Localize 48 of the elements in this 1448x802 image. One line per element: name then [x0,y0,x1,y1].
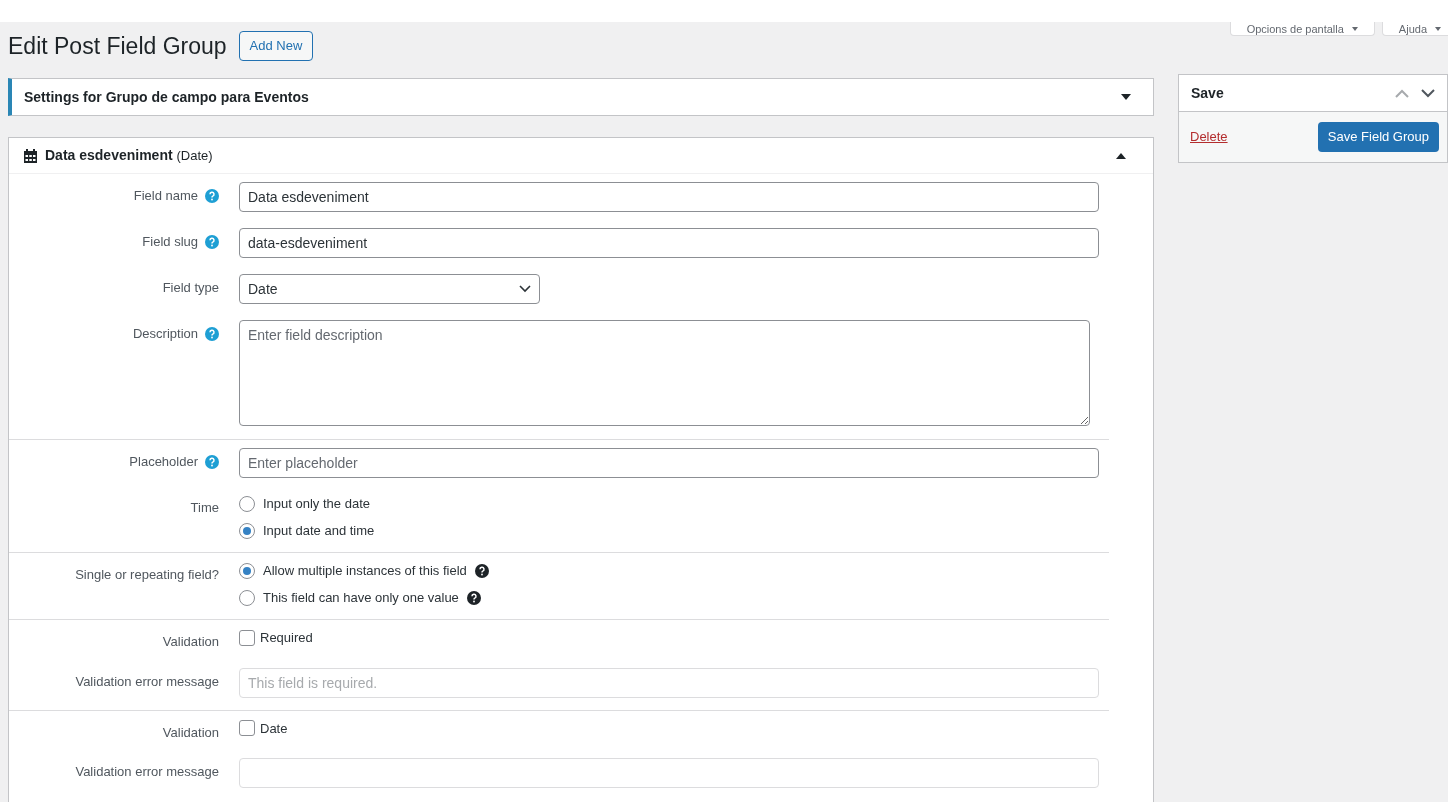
text-field[interactable]: Enter placeholder [239,448,1099,478]
text-field[interactable]: Data esdeveniment [239,182,1099,212]
field-label: Validation error message [75,672,219,691]
panel-title: Settings for Grupo de campo para Eventos [24,87,309,107]
field-label: Validation [162,723,219,742]
checkbox-label: Date [260,719,288,738]
screen-tab-button[interactable]: Ajuda [1381,22,1448,36]
collapse-arrow-icon[interactable] [1116,152,1126,159]
field-type-dropdown[interactable]: Date [239,274,540,304]
radio-label: This field can have only one value [263,588,459,607]
calendar-icon [24,148,37,163]
screen-tab-button[interactable]: Opcions de pantalla [1229,22,1375,36]
move-up-icon[interactable] [1395,88,1409,98]
radio-button[interactable] [239,562,255,579]
checkbox[interactable] [239,629,255,646]
add-new-button[interactable]: Add New [238,31,314,61]
help-icon[interactable] [466,590,481,605]
save-field-group-button[interactable]: Save Field Group [1317,122,1439,152]
field-label: Time [190,499,219,517]
chevron-down-icon [519,285,531,293]
radio-button[interactable] [239,589,255,606]
field-label: Field name [133,187,198,205]
settings-panel[interactable]: Settings for Grupo de campo para Eventos [8,78,1154,116]
radio-button[interactable] [239,495,255,512]
field-label: Field type [162,279,219,297]
text-field[interactable]: data-esdeveniment [239,228,1099,258]
help-icon[interactable] [474,563,489,578]
page-title: Edit Post Field Group [8,31,227,61]
checkbox[interactable] [239,720,255,737]
caret-icon [1351,26,1358,31]
radio-label: Input date and time [263,521,375,540]
radio-button[interactable] [239,522,255,539]
field-label: Validation error message [75,763,219,781]
field-label: Field slug [142,233,198,251]
field-label: Description [132,325,198,343]
radio-label: Allow multiple instances of this field [263,561,467,580]
field-label: Validation [162,633,219,651]
field-label: Single or repeating field? [75,566,219,584]
field-label: Placeholder [129,453,198,471]
move-down-icon[interactable] [1421,88,1435,98]
panel-title: Save [1191,83,1224,103]
field-title: Data esdeveniment (Date) [45,146,213,165]
radio-label: Input only the date [263,494,370,513]
description-textarea[interactable]: Enter field description [239,320,1090,426]
delete-link[interactable]: Delete [1190,127,1228,147]
checkbox-label: Required [260,629,313,647]
caret-icon [1435,26,1441,31]
expand-arrow-icon[interactable] [1121,94,1131,100]
